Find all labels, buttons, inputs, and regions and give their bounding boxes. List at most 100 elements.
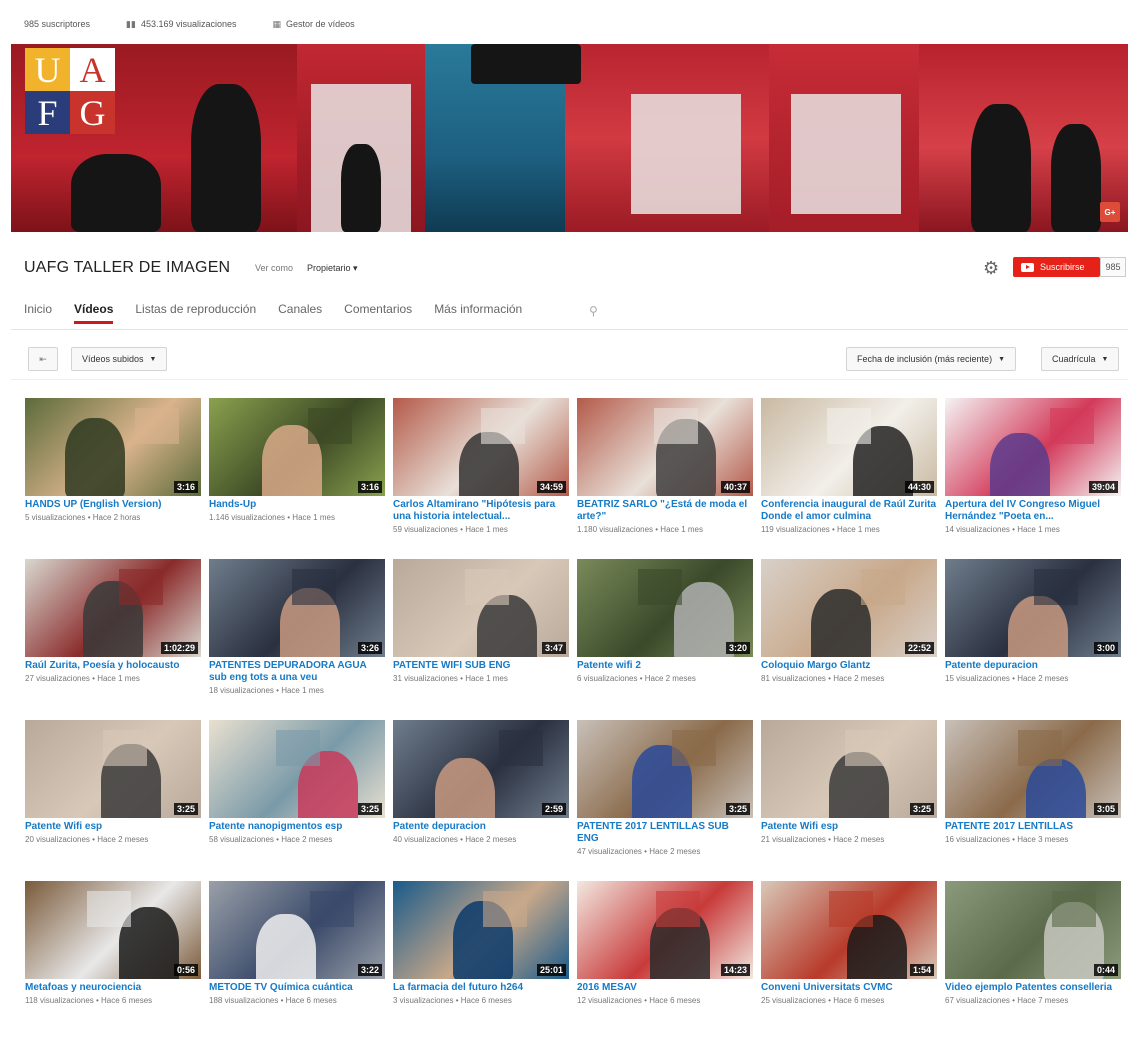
tab-about[interactable]: Más información — [434, 302, 522, 324]
video-card[interactable]: 22:52 Coloquio Margo Glantz 81 visualizaci… — [761, 559, 937, 684]
video-views: 188 visualizaciones — [209, 996, 279, 1005]
video-thumbnail[interactable]: 3:25 — [577, 720, 753, 818]
video-card[interactable]: 3:22 METODE TV Química cuántica 188 visual… — [209, 881, 385, 1006]
video-card[interactable]: 14:23 2016 MESAV 12 visualizaciones • Hace… — [577, 881, 753, 1006]
video-title[interactable]: Patente nanopigmentos esp — [209, 821, 385, 833]
youtube-icon — [1021, 262, 1034, 272]
view-as-dropdown[interactable]: Propietario ▾ — [307, 263, 358, 274]
video-title[interactable]: Video ejemplo Patentes conselleria — [945, 982, 1121, 994]
video-age: Hace 1 mes — [97, 674, 140, 683]
search-icon[interactable]: ⚲ — [589, 304, 598, 318]
video-card[interactable]: 3:16 HANDS UP (English Version) 5 visualiz… — [25, 398, 201, 523]
video-title[interactable]: HANDS UP (English Version) — [25, 499, 201, 511]
video-title[interactable]: Patente Wifi esp — [761, 821, 937, 833]
video-title[interactable]: Apertura del IV Congreso Miguel Hernánde… — [945, 499, 1121, 523]
video-thumbnail[interactable]: 1:02:29 — [25, 559, 201, 657]
video-title[interactable]: METODE TV Química cuántica — [209, 982, 385, 994]
video-thumbnail[interactable]: 44:30 — [761, 398, 937, 496]
video-card[interactable]: 3:25 Patente nanopigmentos esp 58 visualiz… — [209, 720, 385, 845]
tab-home[interactable]: Inicio — [24, 302, 52, 324]
video-card[interactable]: 3:47 PATENTE WIFI SUB ENG 31 visualizacion… — [393, 559, 569, 684]
video-thumbnail[interactable]: 3:20 — [577, 559, 753, 657]
video-title[interactable]: Metafoas y neurociencia — [25, 982, 201, 994]
video-card[interactable]: 40:37 BEATRIZ SARLO "¿Está de moda el art… — [577, 398, 753, 535]
view-mode-dropdown[interactable]: Cuadrícula ▼ — [1041, 347, 1120, 371]
video-thumbnail[interactable]: 3:25 — [25, 720, 201, 818]
uploads-dropdown[interactable]: Vídeos subidos ▼ — [71, 347, 168, 371]
video-title[interactable]: Patente Wifi esp — [25, 821, 201, 833]
video-card[interactable]: 0:56 Metafoas y neurociencia 118 visualiza… — [25, 881, 201, 1006]
video-card[interactable]: 3:16 Hands-Up 1.146 visualizaciones • Hace… — [209, 398, 385, 523]
video-title[interactable]: Patente depuracion — [945, 660, 1121, 672]
video-thumbnail[interactable]: 3:22 — [209, 881, 385, 979]
video-card[interactable]: 3:26 PATENTES DEPURADORA AGUA sub eng tot… — [209, 559, 385, 696]
video-thumbnail[interactable]: 3:05 — [945, 720, 1121, 818]
tab-playlists[interactable]: Listas de reproducción — [135, 302, 256, 324]
subscribe-button[interactable]: Suscribirse — [1013, 257, 1100, 277]
video-meta: 5 visualizaciones • Hace 2 horas — [25, 513, 201, 523]
video-title[interactable]: La farmacia del futuro h264 — [393, 982, 569, 994]
video-title[interactable]: Carlos Altamirano "Hipótesis para una hi… — [393, 499, 569, 523]
video-title[interactable]: Hands-Up — [209, 499, 385, 511]
video-title[interactable]: Raúl Zurita, Poesía y holocausto — [25, 660, 201, 672]
video-title[interactable]: PATENTE 2017 LENTILLAS — [945, 821, 1121, 833]
video-card[interactable]: 3:20 Patente wifi 2 6 visualizaciones • Ha… — [577, 559, 753, 684]
video-thumbnail[interactable]: 3:25 — [209, 720, 385, 818]
tab-videos[interactable]: Vídeos — [74, 302, 114, 324]
video-thumbnail[interactable]: 40:37 — [577, 398, 753, 496]
video-thumbnail[interactable]: 3:25 — [761, 720, 937, 818]
video-thumbnail[interactable]: 3:47 — [393, 559, 569, 657]
meta-separator: • — [85, 513, 93, 522]
video-thumbnail[interactable]: 39:04 — [945, 398, 1121, 496]
back-button[interactable]: ⇤ — [28, 347, 58, 371]
google-plus-icon[interactable]: G+ — [1100, 202, 1120, 222]
video-duration: 3:26 — [357, 642, 382, 654]
video-thumbnail[interactable]: 3:00 — [945, 559, 1121, 657]
video-card[interactable]: 3:25 Patente Wifi esp 21 visualizaciones •… — [761, 720, 937, 845]
video-title[interactable]: PATENTES DEPURADORA AGUA sub eng tots a … — [209, 660, 385, 684]
video-title[interactable]: Coloquio Margo Glantz — [761, 660, 937, 672]
video-title[interactable]: BEATRIZ SARLO "¿Está de moda el arte?" — [577, 499, 753, 523]
video-title[interactable]: Conveni Universitats CVMC — [761, 982, 937, 994]
thumbnail-detail — [827, 408, 871, 444]
video-thumbnail[interactable]: 3:16 — [209, 398, 385, 496]
video-card[interactable]: 3:00 Patente depuracion 15 visualizaciones… — [945, 559, 1121, 684]
video-duration: 1:54 — [909, 964, 934, 976]
video-thumbnail[interactable]: 34:59 — [393, 398, 569, 496]
tab-channels[interactable]: Canales — [278, 302, 322, 324]
video-card[interactable]: 44:30 Conferencia inaugural de Raúl Zurit… — [761, 398, 937, 535]
video-card[interactable]: 34:59 Carlos Altamirano "Hipótesis para u… — [393, 398, 569, 535]
video-title[interactable]: Patente wifi 2 — [577, 660, 753, 672]
video-thumbnail[interactable]: 14:23 — [577, 881, 753, 979]
channel-tabs: Inicio Vídeos Listas de reproducción Can… — [24, 302, 544, 324]
sort-dropdown[interactable]: Fecha de inclusión (más reciente) ▼ — [846, 347, 1016, 371]
video-duration: 1:02:29 — [160, 642, 198, 654]
video-thumbnail[interactable]: 1:54 — [761, 881, 937, 979]
video-title[interactable]: 2016 MESAV — [577, 982, 753, 994]
video-card[interactable]: 3:25 PATENTE 2017 LENTILLAS SUB ENG 47 vis… — [577, 720, 753, 857]
video-thumbnail[interactable]: 22:52 — [761, 559, 937, 657]
video-title[interactable]: PATENTE 2017 LENTILLAS SUB ENG — [577, 821, 753, 845]
video-title[interactable]: Conferencia inaugural de Raúl Zurita Don… — [761, 499, 937, 523]
video-views: 3 visualizaciones — [393, 996, 454, 1005]
thumbnail-detail — [292, 569, 336, 605]
video-title[interactable]: PATENTE WIFI SUB ENG — [393, 660, 569, 672]
gear-icon[interactable]: ⚙ — [983, 258, 999, 279]
video-card[interactable]: 1:02:29 Raúl Zurita, Poesía y holocausto 2… — [25, 559, 201, 684]
video-thumbnail[interactable]: 25:01 — [393, 881, 569, 979]
video-card[interactable]: 3:05 PATENTE 2017 LENTILLAS 16 visualizaci… — [945, 720, 1121, 845]
video-thumbnail[interactable]: 0:44 — [945, 881, 1121, 979]
tab-comments[interactable]: Comentarios — [344, 302, 412, 324]
video-thumbnail[interactable]: 3:26 — [209, 559, 385, 657]
video-card[interactable]: 39:04 Apertura del IV Congreso Miguel Her… — [945, 398, 1121, 535]
video-thumbnail[interactable]: 3:16 — [25, 398, 201, 496]
video-manager-link[interactable]: ▦ Gestor de vídeos — [273, 19, 355, 30]
video-card[interactable]: 0:44 Video ejemplo Patentes conselleria 67… — [945, 881, 1121, 1006]
video-card[interactable]: 3:25 Patente Wifi esp 20 visualizaciones •… — [25, 720, 201, 845]
video-thumbnail[interactable]: 0:56 — [25, 881, 201, 979]
video-thumbnail[interactable]: 2:59 — [393, 720, 569, 818]
video-title[interactable]: Patente depuracion — [393, 821, 569, 833]
video-card[interactable]: 2:59 Patente depuracion 40 visualizaciones… — [393, 720, 569, 845]
video-card[interactable]: 25:01 La farmacia del futuro h264 3 visual… — [393, 881, 569, 1006]
video-card[interactable]: 1:54 Conveni Universitats CVMC 25 visualiz… — [761, 881, 937, 1006]
